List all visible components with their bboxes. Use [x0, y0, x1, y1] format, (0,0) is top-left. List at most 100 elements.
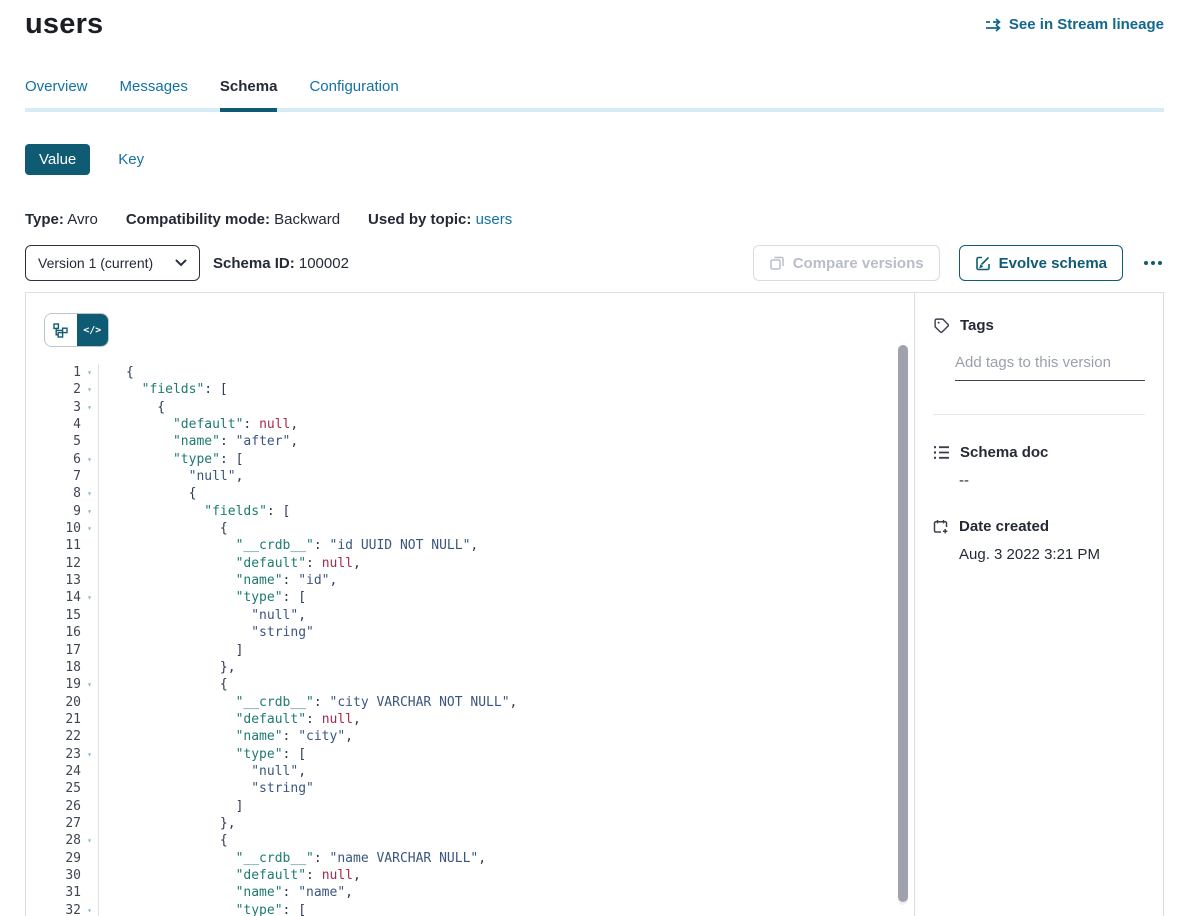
line-number: 31	[44, 884, 81, 901]
code-text: },	[98, 815, 236, 832]
code-text: "null",	[98, 468, 243, 485]
code-line: 11 "__crdb__": "id UUID NOT NULL",	[44, 537, 914, 554]
code-view-icon: </>	[83, 325, 101, 336]
compare-versions-label: Compare versions	[793, 255, 924, 272]
code-line: 3▾ {	[44, 399, 914, 416]
code-text: "type": [	[98, 451, 243, 468]
schema-sidebar: Tags Schema doc --	[914, 293, 1163, 916]
code-text: {	[98, 520, 228, 537]
fold-spacer	[81, 572, 98, 589]
code-line: 2▾ "fields": [	[44, 381, 914, 398]
fold-spacer	[81, 798, 98, 815]
date-created-value: Aug. 3 2022 3:21 PM	[959, 546, 1145, 563]
fold-spacer	[81, 780, 98, 797]
date-created-header: Date created	[933, 518, 1145, 535]
line-number: 16	[44, 624, 81, 641]
schema-doc-title: Schema doc	[960, 444, 1048, 461]
code-text: "default": null,	[98, 711, 361, 728]
value-toggle-button[interactable]: Value	[25, 144, 90, 175]
code-line: 17 ]	[44, 642, 914, 659]
fold-toggle-icon[interactable]: ▾	[81, 364, 98, 381]
schema-panel: </> 1▾{2▾ "fields": [3▾ {4 "default": nu…	[25, 292, 1164, 916]
compare-icon	[769, 255, 785, 271]
code-text: "type": [	[98, 746, 306, 763]
tree-view-button[interactable]	[45, 314, 77, 346]
code-line: 29 "__crdb__": "name VARCHAR NULL",	[44, 850, 914, 867]
fold-toggle-icon[interactable]: ▾	[81, 520, 98, 537]
code-line: 30 "default": null,	[44, 867, 914, 884]
fold-toggle-icon[interactable]: ▾	[81, 676, 98, 693]
line-number: 26	[44, 798, 81, 815]
code-lines: 1▾{2▾ "fields": [3▾ {4 "default": null,5…	[44, 364, 914, 916]
tab-overview[interactable]: Overview	[25, 78, 88, 112]
line-number: 15	[44, 607, 81, 624]
ellipsis-dot	[1158, 261, 1162, 265]
version-bar: Version 1 (current) Schema ID: 100002 Co…	[25, 245, 1164, 281]
fold-toggle-icon[interactable]: ▾	[81, 503, 98, 520]
schema-id: Schema ID: 100002	[213, 255, 349, 272]
line-number: 22	[44, 728, 81, 745]
code-text: ]	[98, 798, 243, 815]
line-number: 21	[44, 711, 81, 728]
fold-toggle-icon[interactable]: ▾	[81, 832, 98, 849]
line-number: 24	[44, 763, 81, 780]
tab-schema[interactable]: Schema	[220, 78, 278, 112]
list-icon	[933, 445, 950, 460]
code-text: "__crdb__": "city VARCHAR NOT NULL",	[98, 694, 517, 711]
fold-spacer	[81, 711, 98, 728]
line-number: 19	[44, 676, 81, 693]
evolve-schema-button[interactable]: Evolve schema	[959, 245, 1123, 281]
schema-meta-row: Type: Avro Compatibility mode: Backward …	[25, 211, 1164, 228]
code-scrollbar-thumb[interactable]	[898, 345, 908, 902]
tab-configuration[interactable]: Configuration	[309, 78, 398, 112]
meta-topic-link[interactable]: users	[476, 211, 513, 228]
more-actions-button[interactable]	[1142, 257, 1164, 269]
code-view-button[interactable]: </>	[77, 314, 109, 346]
fold-spacer	[81, 555, 98, 572]
see-in-stream-lineage-link[interactable]: See in Stream lineage	[985, 16, 1164, 33]
code-line: 15 "null",	[44, 607, 914, 624]
tab-messages[interactable]: Messages	[120, 78, 188, 112]
meta-used-by-topic: Used by topic: users	[368, 211, 512, 228]
tag-icon	[933, 317, 950, 334]
fold-toggle-icon[interactable]: ▾	[81, 746, 98, 763]
meta-topic-label: Used by topic:	[368, 211, 471, 228]
line-number: 14	[44, 589, 81, 606]
fold-toggle-icon[interactable]: ▾	[81, 399, 98, 416]
schema-code-editor[interactable]: 1▾{2▾ "fields": [3▾ {4 "default": null,5…	[44, 364, 914, 916]
code-text: "name": "after",	[98, 433, 298, 450]
fold-toggle-icon[interactable]: ▾	[81, 451, 98, 468]
tree-view-icon	[53, 323, 68, 338]
version-select[interactable]: Version 1 (current)	[25, 245, 200, 281]
tags-section-header: Tags	[933, 317, 1145, 334]
line-number: 28	[44, 832, 81, 849]
compare-versions-button[interactable]: Compare versions	[753, 245, 940, 281]
fold-toggle-icon[interactable]: ▾	[81, 589, 98, 606]
line-number: 4	[44, 416, 81, 433]
code-text: "string"	[98, 780, 314, 797]
fold-spacer	[81, 815, 98, 832]
code-text: "type": [	[98, 902, 306, 916]
code-text: "type": [	[98, 589, 306, 606]
key-toggle-link[interactable]: Key	[118, 151, 144, 168]
fold-toggle-icon[interactable]: ▾	[81, 381, 98, 398]
schema-doc-section: Schema doc --	[933, 444, 1145, 489]
line-number: 5	[44, 433, 81, 450]
fold-spacer	[81, 416, 98, 433]
line-number: 1	[44, 364, 81, 381]
code-line: 8▾ {	[44, 485, 914, 502]
schema-id-value: 100002	[299, 255, 349, 272]
fold-spacer	[81, 763, 98, 780]
add-tags-input[interactable]	[955, 354, 1145, 381]
code-text: "__crdb__": "name VARCHAR NULL",	[98, 850, 486, 867]
code-line: 22 "name": "city",	[44, 728, 914, 745]
fold-toggle-icon[interactable]: ▾	[81, 902, 98, 916]
ellipsis-dot	[1151, 261, 1155, 265]
fold-toggle-icon[interactable]: ▾	[81, 485, 98, 502]
code-text: },	[98, 659, 236, 676]
line-number: 6	[44, 451, 81, 468]
code-line: 6▾ "type": [	[44, 451, 914, 468]
code-text: "name": "name",	[98, 884, 353, 901]
code-text: "__crdb__": "id UUID NOT NULL",	[98, 537, 478, 554]
code-line: 25 "string"	[44, 780, 914, 797]
